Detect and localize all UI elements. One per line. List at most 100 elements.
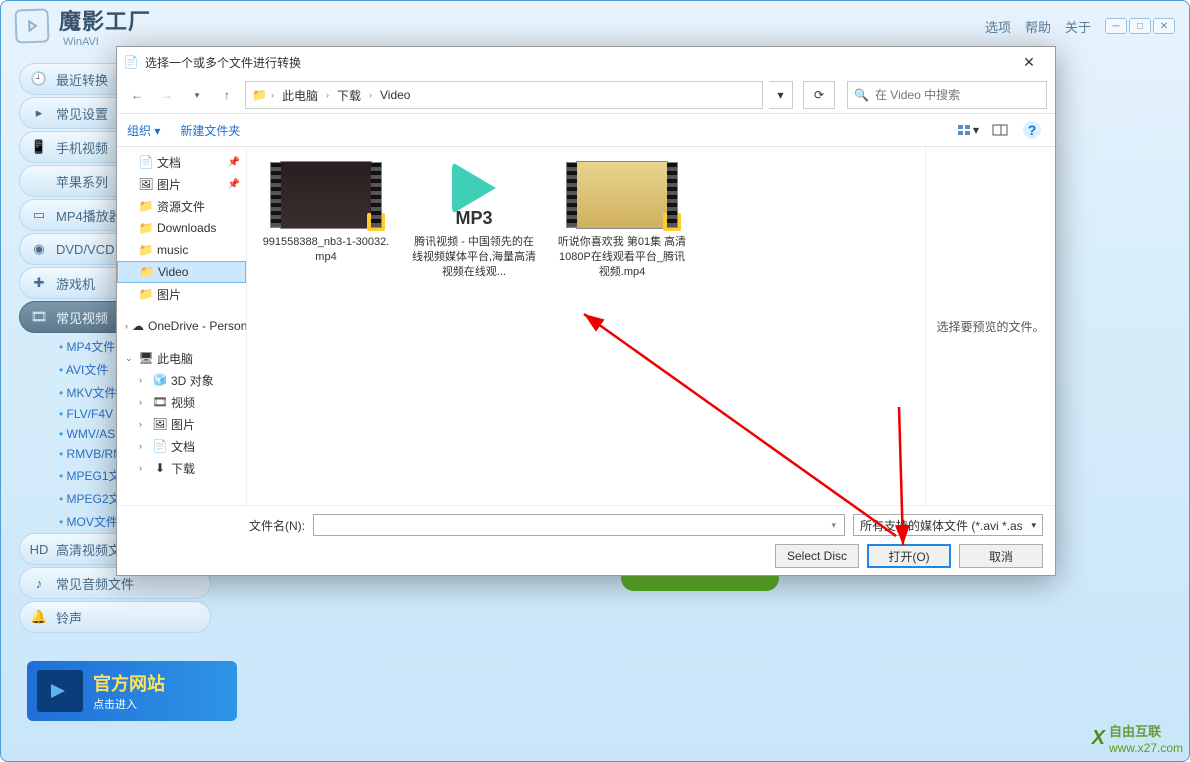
- watermark-url: www.x27.com: [1109, 741, 1183, 755]
- expand-icon[interactable]: ›: [139, 375, 149, 385]
- crumb-downloads[interactable]: 下载: [333, 85, 365, 106]
- cloud-icon: ☁: [132, 319, 144, 333]
- promo-banner[interactable]: 官方网站 点击进入: [27, 661, 237, 721]
- menu-help[interactable]: 帮助: [1025, 17, 1051, 36]
- crumb-video[interactable]: Video: [376, 86, 414, 104]
- refresh-button[interactable]: ⟳: [803, 81, 835, 109]
- filetype-dropdown[interactable]: 所有支持的媒体文件 (*.avi *.as▾: [853, 514, 1043, 536]
- filename-input[interactable]: ▾: [313, 514, 845, 536]
- tree-video[interactable]: 📁Video: [117, 261, 246, 283]
- file-open-dialog: 📄 选择一个或多个文件进行转换 ✕ ← → ▾ ↑ 📁 › 此电脑 › 下载 ›…: [116, 46, 1056, 576]
- tree-downloads2[interactable]: ›⬇下载: [117, 457, 246, 479]
- nav-up-button[interactable]: ↑: [215, 83, 239, 107]
- view-mode-button[interactable]: ▾: [955, 118, 981, 142]
- chevron-down-icon: ▾: [1031, 520, 1036, 531]
- preview-placeholder: 选择要预览的文件。: [936, 318, 1044, 335]
- file-label: 听说你喜欢我 第01集 高清1080P在线观看平台_腾讯视频.mp4: [557, 235, 687, 280]
- tree-pictures2[interactable]: 📁图片: [117, 283, 246, 305]
- tree-videos[interactable]: ›🎞视频: [117, 391, 246, 413]
- tree-music[interactable]: 📁music: [117, 239, 246, 261]
- menu-options[interactable]: 选项: [985, 17, 1011, 36]
- film-icon: 🎞: [30, 308, 48, 326]
- file-item-video1[interactable]: ▶ 991558388_nb3-1-30032.mp4: [261, 161, 391, 265]
- tree-this-pc[interactable]: ⌄🖥此电脑: [117, 347, 246, 369]
- file-grid: ▶ 991558388_nb3-1-30032.mp4 MP3 腾讯视频 - 中…: [247, 147, 925, 505]
- dialog-close-button[interactable]: ✕: [1009, 50, 1049, 74]
- tree-docs[interactable]: 📄文档📌: [117, 151, 246, 173]
- collapse-icon[interactable]: ⌄: [125, 353, 135, 364]
- dialog-bottom: 文件名(N): ▾ 所有支持的媒体文件 (*.avi *.as▾ Select …: [117, 505, 1055, 575]
- document-icon: 📄: [153, 439, 167, 453]
- file-item-mp3[interactable]: MP3 腾讯视频 - 中国领先的在线视频媒体平台,海量高清视频在线观...: [409, 161, 539, 280]
- search-icon: 🔍: [854, 88, 869, 102]
- minimize-button[interactable]: ─: [1105, 18, 1127, 34]
- dialog-title: 选择一个或多个文件进行转换: [145, 54, 301, 71]
- bell-icon: 🔔: [30, 608, 48, 626]
- open-button[interactable]: 打开(O): [867, 544, 951, 568]
- select-disc-button[interactable]: Select Disc: [775, 544, 859, 568]
- tree-pictures[interactable]: 🖼图片📌: [117, 173, 246, 195]
- organize-menu[interactable]: 组织 ▾: [127, 122, 160, 139]
- crumb-pc[interactable]: 此电脑: [278, 85, 322, 106]
- promo-line2: 点击进入: [93, 696, 165, 712]
- sidebar-ringtone[interactable]: 🔔铃声: [19, 601, 211, 633]
- pc-icon: 🖥: [139, 351, 153, 365]
- music-icon: ♪: [30, 574, 48, 592]
- mp4-icon: ▭: [30, 206, 48, 224]
- folder-icon: 📁: [139, 243, 153, 257]
- search-input[interactable]: [875, 88, 1040, 102]
- address-bar[interactable]: 📁 › 此电脑 › 下载 › Video: [245, 81, 763, 109]
- search-box[interactable]: 🔍: [847, 81, 1047, 109]
- expand-icon[interactable]: ›: [139, 463, 149, 473]
- filename-label: 文件名(N):: [249, 517, 305, 534]
- video-thumb-icon: ▶: [280, 161, 372, 229]
- watermark-text: 自由互联: [1109, 724, 1161, 739]
- promo-line1: 官方网站: [93, 670, 165, 696]
- folder-icon: 📁: [139, 199, 153, 213]
- expand-icon[interactable]: ›: [139, 441, 149, 451]
- nav-back-button[interactable]: ←: [125, 83, 149, 107]
- file-item-video2[interactable]: ▶ 听说你喜欢我 第01集 高清1080P在线观看平台_腾讯视频.mp4: [557, 161, 687, 280]
- tree-docs2[interactable]: ›📄文档: [117, 435, 246, 457]
- preview-pane-button[interactable]: [987, 118, 1013, 142]
- chevron-down-icon[interactable]: ▾: [831, 520, 840, 531]
- expand-icon[interactable]: ›: [139, 397, 149, 407]
- new-folder-button[interactable]: 新建文件夹: [180, 122, 240, 139]
- pin-icon: 📌: [228, 157, 240, 168]
- expand-icon[interactable]: ›: [139, 419, 149, 429]
- expand-icon[interactable]: ›: [125, 321, 128, 331]
- folder-icon: 📁: [140, 265, 154, 279]
- picture-icon: 🖼: [139, 177, 153, 191]
- download-icon: ⬇: [153, 461, 167, 475]
- tree-downloads[interactable]: 📁Downloads: [117, 217, 246, 239]
- close-app-button[interactable]: ✕: [1153, 18, 1175, 34]
- player-badge-icon: ▶: [663, 213, 681, 231]
- tree-resource[interactable]: 📁资源文件: [117, 195, 246, 217]
- picture-icon: 🖼: [153, 417, 167, 431]
- help-button[interactable]: ?: [1019, 118, 1045, 142]
- file-label: 991558388_nb3-1-30032.mp4: [261, 235, 391, 265]
- hd-icon: HD: [30, 540, 48, 558]
- nav-recent-dropdown[interactable]: ▾: [185, 83, 209, 107]
- watermark-logo-icon: X: [1092, 727, 1105, 750]
- dialog-navrow: ← → ▾ ↑ 📁 › 此电脑 › 下载 › Video ▾ ⟳ 🔍: [117, 77, 1055, 113]
- cancel-button[interactable]: 取消: [959, 544, 1043, 568]
- app-logo-icon: [14, 8, 49, 43]
- video-icon: 🎞: [153, 395, 167, 409]
- clock-icon: 🕘: [30, 70, 48, 88]
- tree-pictures3[interactable]: ›🖼图片: [117, 413, 246, 435]
- folder-icon: 📁: [139, 221, 153, 235]
- address-dropdown[interactable]: ▾: [769, 81, 793, 109]
- nav-forward-button[interactable]: →: [155, 83, 179, 107]
- menu-about[interactable]: 关于: [1065, 17, 1091, 36]
- tree-3d[interactable]: ›🧊3D 对象: [117, 369, 246, 391]
- player-badge-icon: ▶: [367, 213, 385, 231]
- video-thumb-icon: ▶: [576, 161, 668, 229]
- document-icon: 📄: [139, 155, 153, 169]
- app-titlebar: 魔影工厂 WinAVI 选项 帮助 关于 ─ □ ✕: [1, 1, 1189, 51]
- phone-icon: 📱: [30, 138, 48, 156]
- tree-onedrive[interactable]: ›☁OneDrive - Personal: [117, 315, 246, 337]
- folder-tree: 📄文档📌 🖼图片📌 📁资源文件 📁Downloads 📁music 📁Video…: [117, 147, 247, 505]
- maximize-button[interactable]: □: [1129, 18, 1151, 34]
- cube-icon: 🧊: [153, 373, 167, 387]
